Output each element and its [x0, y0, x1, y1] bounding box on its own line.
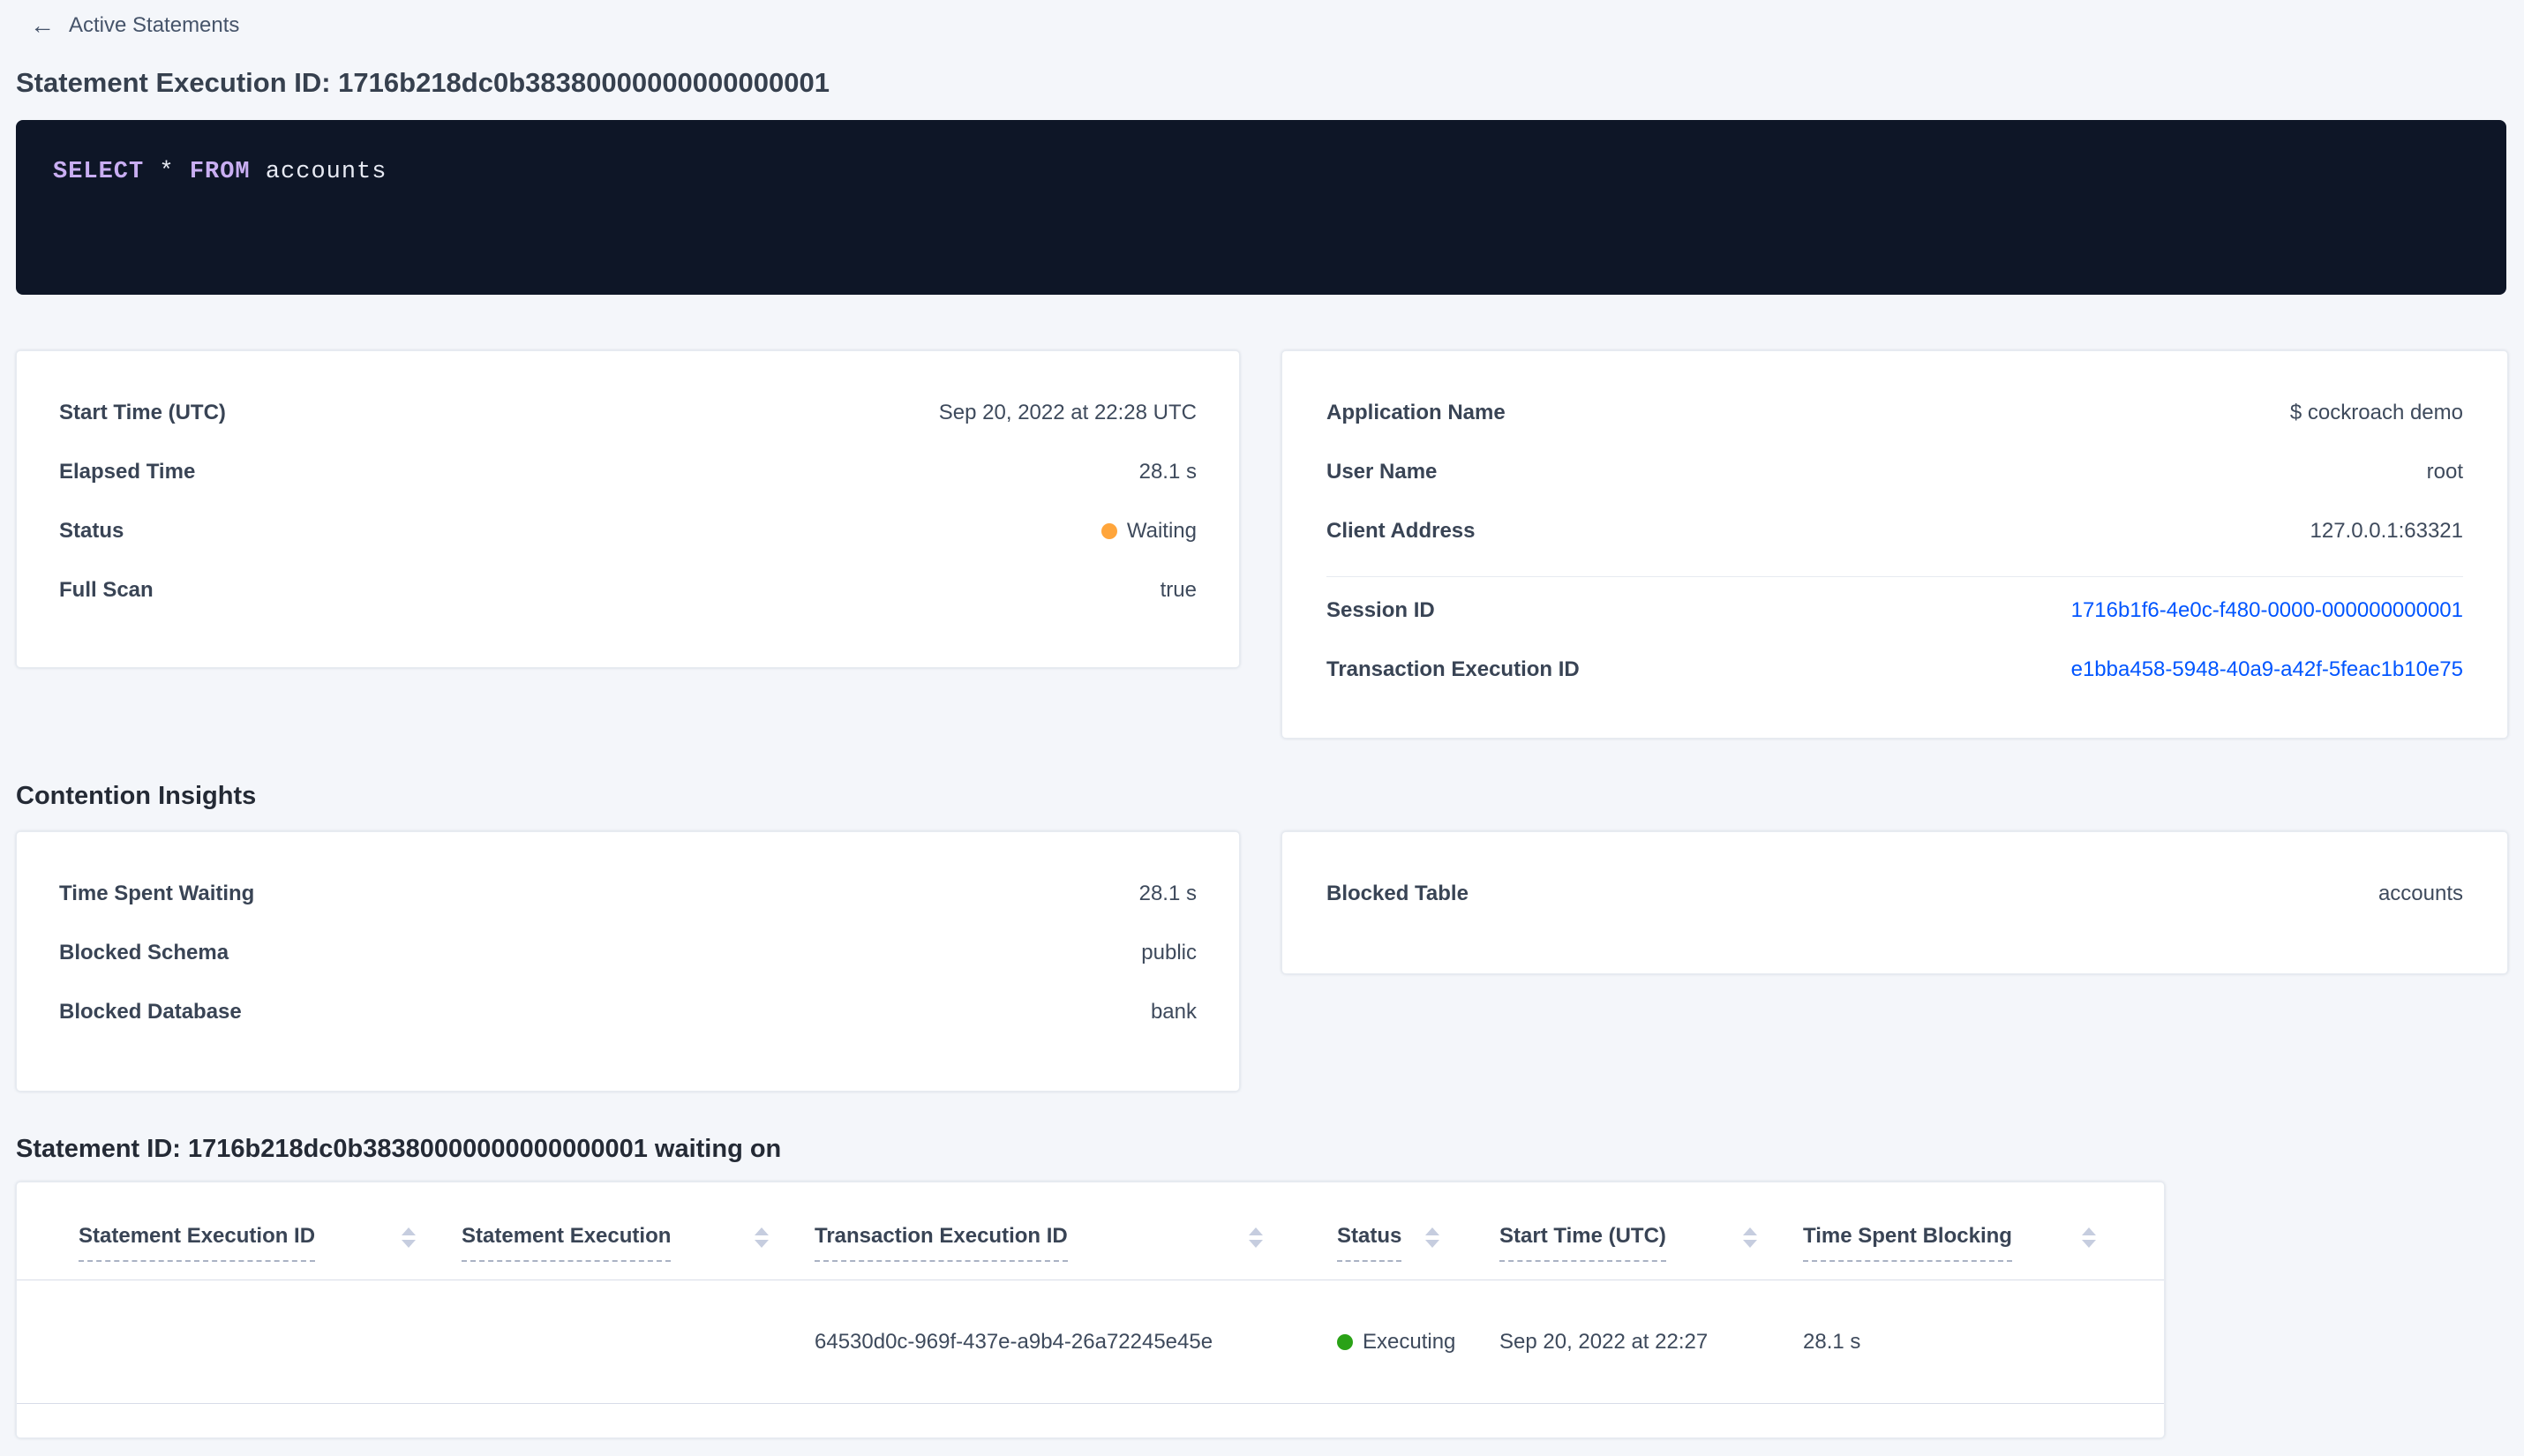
blocked-table-card: Blocked Table accounts: [1281, 831, 2508, 974]
kv-row-time-spent-waiting: Time Spent Waiting 28.1 s: [59, 880, 1197, 908]
back-link-active-statements[interactable]: ← Active Statements: [16, 12, 239, 39]
cell-status: Executing: [1288, 1330, 1464, 1355]
column-header-label: Statement Execution: [462, 1223, 672, 1262]
kv-label: Start Time (UTC): [59, 401, 226, 424]
kv-value: public: [1141, 941, 1197, 964]
column-header-transaction-execution-id: Transaction Execution ID: [793, 1223, 1288, 1262]
kv-row-application-name: Application Name $ cockroach demo: [1326, 399, 2463, 427]
session-details-card: Application Name $ cockroach demo User N…: [1281, 350, 2508, 739]
column-header-label: Transaction Execution ID: [815, 1223, 1068, 1262]
contention-details-card: Time Spent Waiting 28.1 s Blocked Schema…: [16, 831, 1240, 1092]
table-row: 64530d0c-969f-437e-a9b4-26a72245e45e Exe…: [17, 1280, 2164, 1404]
page-title: Statement Execution ID: 1716b218dc0b3838…: [16, 67, 830, 98]
kv-label: Transaction Execution ID: [1326, 657, 1580, 681]
sql-keyword: SELECT: [53, 159, 145, 185]
kv-label: Blocked Database: [59, 1000, 242, 1024]
cell-start-time: Sep 20, 2022 at 22:27: [1499, 1329, 1709, 1354]
status-executing-dot-icon: [1337, 1333, 1353, 1350]
kv-row-full-scan: Full Scan true: [59, 576, 1197, 604]
waiting-on-heading: Statement ID: 1716b218dc0b38380000000000…: [16, 1135, 782, 1163]
kv-label: Application Name: [1326, 401, 1506, 424]
sort-icon[interactable]: [1249, 1227, 1263, 1248]
kv-row-transaction-execution-id: Transaction Execution ID e1bba458-5948-4…: [1326, 656, 2463, 684]
kv-row-user-name: User Name root: [1326, 458, 2463, 486]
kv-value: 127.0.0.1:63321: [2310, 519, 2464, 543]
cell-transaction-execution-id: 64530d0c-969f-437e-a9b4-26a72245e45e: [815, 1329, 1213, 1354]
page: ← Active Statements Statement Execution …: [0, 0, 2524, 1438]
kv-label: Elapsed Time: [59, 460, 196, 484]
column-header-start-time: Start Time (UTC): [1464, 1223, 1782, 1262]
column-header-label: Start Time (UTC): [1499, 1223, 1666, 1262]
kv-row-client-address: Client Address 127.0.0.1:63321: [1326, 517, 2463, 545]
kv-value: 28.1 s: [1138, 460, 1197, 484]
status-label: Executing: [1363, 1329, 1456, 1354]
transaction-execution-id-link[interactable]: e1bba458-5948-40a9-a42f-5feac1b10e75: [2071, 657, 2463, 682]
kv-value: Waiting: [1126, 519, 1197, 543]
sort-icon[interactable]: [1743, 1227, 1757, 1248]
sort-icon[interactable]: [755, 1227, 769, 1248]
kv-value: $ cockroach demo: [2289, 401, 2463, 424]
status-waiting-dot-icon: [1100, 523, 1117, 539]
back-arrow-icon: ←: [30, 11, 55, 39]
column-header-statement-execution: Statement Execution: [440, 1223, 793, 1262]
kv-label: Client Address: [1326, 519, 1476, 543]
kv-value: accounts: [2378, 882, 2463, 905]
kv-value: true: [1160, 578, 1197, 602]
card-divider: [1326, 576, 2463, 577]
kv-label: Status: [59, 519, 124, 543]
column-header-time-spent-blocking: Time Spent Blocking: [1782, 1223, 2152, 1262]
kv-label: Blocked Table: [1326, 882, 1469, 905]
sort-icon[interactable]: [402, 1227, 416, 1248]
statement-overview-card: Start Time (UTC) Sep 20, 2022 at 22:28 U…: [16, 350, 1240, 668]
kv-row-status: Status Waiting: [59, 517, 1197, 545]
kv-label: Session ID: [1326, 598, 1435, 622]
sort-icon[interactable]: [2082, 1227, 2096, 1248]
table-header-row: Statement Execution ID Statement Executi…: [17, 1182, 2164, 1280]
kv-row-elapsed-time: Elapsed Time 28.1 s: [59, 458, 1197, 486]
column-header-label: Time Spent Blocking: [1803, 1223, 2012, 1262]
kv-label: Full Scan: [59, 578, 154, 602]
kv-row-blocked-table: Blocked Table accounts: [1326, 880, 2463, 908]
status-value: Waiting: [1100, 519, 1197, 544]
column-header-label: Status: [1337, 1223, 1402, 1262]
column-header-statement-execution-id: Statement Execution ID: [17, 1223, 440, 1262]
column-header-label: Statement Execution ID: [79, 1223, 316, 1262]
cell-time-spent-blocking: 28.1 s: [1803, 1329, 1861, 1354]
kv-value: 28.1 s: [1138, 882, 1197, 905]
sql-keyword: FROM: [189, 159, 251, 185]
kv-row-start-time: Start Time (UTC) Sep 20, 2022 at 22:28 U…: [59, 399, 1197, 427]
kv-row-session-id: Session ID 1716b1f6-4e0c-f480-0000-00000…: [1326, 597, 2463, 625]
contention-insights-heading: Contention Insights: [16, 782, 257, 810]
waiting-on-table: Statement Execution ID Statement Executi…: [16, 1182, 2165, 1438]
kv-value: root: [2426, 460, 2463, 484]
sql-table-name: accounts: [265, 159, 387, 185]
sort-icon[interactable]: [1425, 1227, 1439, 1248]
kv-value: bank: [1150, 1000, 1197, 1024]
kv-row-blocked-schema: Blocked Schema public: [59, 939, 1197, 967]
session-id-link[interactable]: 1716b1f6-4e0c-f480-0000-000000000001: [2071, 598, 2463, 623]
back-link-label: Active Statements: [69, 13, 240, 37]
sql-star: *: [159, 159, 175, 185]
sql-statement-box: SELECT * FROM accounts: [16, 120, 2506, 295]
kv-label: User Name: [1326, 460, 1438, 484]
kv-label: Time Spent Waiting: [59, 882, 255, 905]
column-header-status: Status: [1288, 1223, 1464, 1262]
kv-label: Blocked Schema: [59, 941, 229, 964]
kv-value: Sep 20, 2022 at 22:28 UTC: [938, 401, 1197, 424]
kv-row-blocked-database: Blocked Database bank: [59, 998, 1197, 1026]
